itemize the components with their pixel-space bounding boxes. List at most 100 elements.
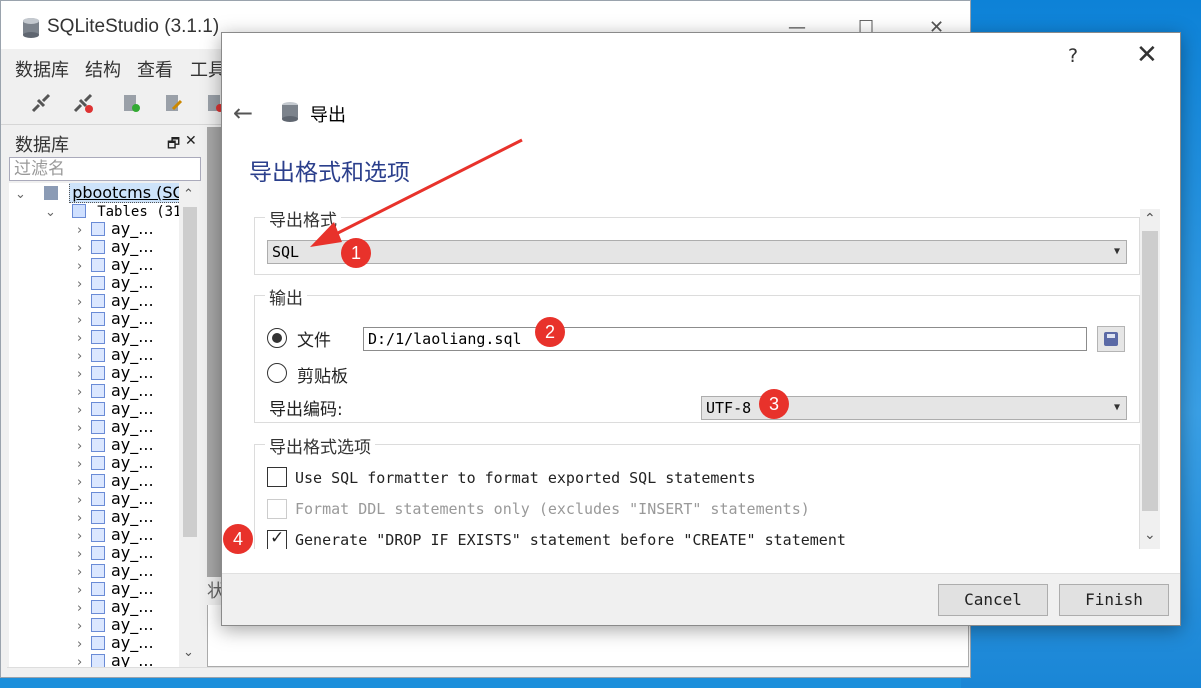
chevron-right-icon[interactable]: › [77,421,91,436]
sql-formatter-checkbox[interactable] [267,467,287,487]
chevron-right-icon[interactable]: › [77,565,91,580]
table-row[interactable]: › ay_... [77,489,154,508]
chevron-down-icon[interactable]: ⌄ [45,205,59,220]
table-row[interactable]: › ay_... [77,633,154,652]
scroll-down-icon[interactable]: ⌄ [1144,527,1156,543]
file-path-input[interactable]: D:/1/laoliang.sql [363,327,1087,351]
chevron-right-icon[interactable]: › [77,457,91,472]
back-arrow-icon[interactable]: ← [233,99,253,127]
chevron-right-icon[interactable]: › [77,259,91,274]
chevron-right-icon[interactable]: › [77,295,91,310]
horizontal-scrollbar[interactable] [7,667,969,677]
chevron-right-icon[interactable]: › [77,511,91,526]
drop-if-exists-checkbox[interactable] [267,528,287,549]
chevron-right-icon[interactable]: › [77,655,91,667]
edit-database-icon[interactable] [161,91,185,115]
format-select[interactable]: SQL ▼ [267,240,1127,264]
chevron-right-icon[interactable]: › [77,403,91,418]
chevron-right-icon[interactable]: › [77,241,91,256]
chevron-right-icon[interactable]: › [77,439,91,454]
chevron-right-icon[interactable]: › [77,619,91,634]
tree-tables-row[interactable]: ⌄ Tables (31 [45,201,179,220]
scrollbar-thumb[interactable] [183,207,197,537]
chevron-right-icon[interactable]: › [77,385,91,400]
table-row[interactable]: › ay_... [77,543,154,562]
table-row[interactable]: › ay_... [77,651,154,667]
export-format-group: 导出格式 SQL ▼ [254,209,1140,275]
chevron-right-icon[interactable]: › [77,475,91,490]
table-row[interactable]: › ay_... [77,453,154,472]
table-icon [91,546,105,560]
help-button[interactable]: ? [1068,45,1078,67]
table-row[interactable]: › ay_... [77,273,154,292]
tree-database-row[interactable]: ⌄ pbootcms (SQL [15,183,179,203]
cancel-button[interactable]: Cancel [938,584,1048,616]
dialog-scrollbar[interactable]: ⌃ ⌄ [1140,209,1160,549]
disconnect-icon[interactable] [71,91,95,115]
table-row[interactable]: › ay_... [77,237,154,256]
chevron-right-icon[interactable]: › [77,583,91,598]
table-icon [91,474,105,488]
chevron-right-icon[interactable]: › [77,331,91,346]
table-label: ay_... [111,525,154,544]
menu-view[interactable]: 查看 [137,56,173,82]
table-row[interactable]: › ay_... [77,417,154,436]
format-select-value: SQL [272,243,300,261]
table-row[interactable]: › ay_... [77,309,154,328]
dialog-close-button[interactable]: ✕ [1136,41,1158,69]
chevron-right-icon[interactable]: › [77,367,91,382]
table-row[interactable]: › ay_... [77,219,154,238]
chevron-right-icon[interactable]: › [77,601,91,616]
ddl-only-checkbox[interactable] [267,499,287,519]
scroll-up-icon[interactable]: ⌃ [183,187,194,202]
menu-database[interactable]: 数据库 [15,56,69,82]
table-row[interactable]: › ay_... [77,381,154,400]
scroll-up-icon[interactable]: ⌃ [1144,211,1156,227]
table-row[interactable]: › ay_... [77,255,154,274]
add-database-icon[interactable] [119,91,143,115]
tree-scrollbar[interactable]: ⌃ ⌄ [179,183,201,667]
file-radio[interactable] [267,328,287,348]
chevron-right-icon[interactable]: › [77,349,91,364]
table-label: ay_... [111,489,154,508]
table-label: ay_... [111,381,154,400]
chevron-right-icon[interactable]: › [77,529,91,544]
chevron-right-icon[interactable]: › [77,223,91,238]
table-row[interactable]: › ay_... [77,291,154,310]
table-row[interactable]: › ay_... [77,561,154,580]
table-row[interactable]: › ay_... [77,615,154,634]
menu-structure[interactable]: 结构 [85,56,121,82]
save-file-button[interactable] [1097,326,1125,352]
ddl-only-label: Format DDL statements only (excludes "IN… [295,500,810,518]
float-panel-icon[interactable]: 🗗 [167,133,180,157]
table-row[interactable]: › ay_... [77,345,154,364]
table-label: ay_... [111,417,154,436]
table-row[interactable]: › ay_... [77,471,154,490]
chevron-right-icon[interactable]: › [77,547,91,562]
table-label: ay_... [111,507,154,526]
table-row[interactable]: › ay_... [77,399,154,418]
chevron-right-icon[interactable]: › [77,493,91,508]
finish-button[interactable]: Finish [1059,584,1169,616]
table-row[interactable]: › ay_... [77,579,154,598]
database-tree[interactable]: ⌄ pbootcms (SQL ⌄ Tables (31 › ay_... › ay_… [9,183,179,667]
table-row[interactable]: › ay_... [77,525,154,544]
filter-input[interactable]: 过滤名 [9,157,201,181]
connect-icon[interactable] [29,91,53,115]
table-row[interactable]: › ay_... [77,507,154,526]
table-row[interactable]: › ay_... [77,597,154,616]
clipboard-radio[interactable] [267,363,287,383]
table-label: ay_... [111,435,154,454]
table-label: ay_... [111,309,154,328]
chevron-right-icon[interactable]: › [77,637,91,652]
scroll-down-icon[interactable]: ⌄ [183,645,194,660]
scrollbar-thumb[interactable] [1142,231,1158,511]
close-panel-icon[interactable]: ✕ [185,133,197,149]
table-row[interactable]: › ay_... [77,327,154,346]
chevron-down-icon[interactable]: ⌄ [15,187,29,202]
table-row[interactable]: › ay_... [77,435,154,454]
chevron-right-icon[interactable]: › [77,313,91,328]
table-row[interactable]: › ay_... [77,363,154,382]
chevron-right-icon[interactable]: › [77,277,91,292]
table-icon [91,258,105,272]
